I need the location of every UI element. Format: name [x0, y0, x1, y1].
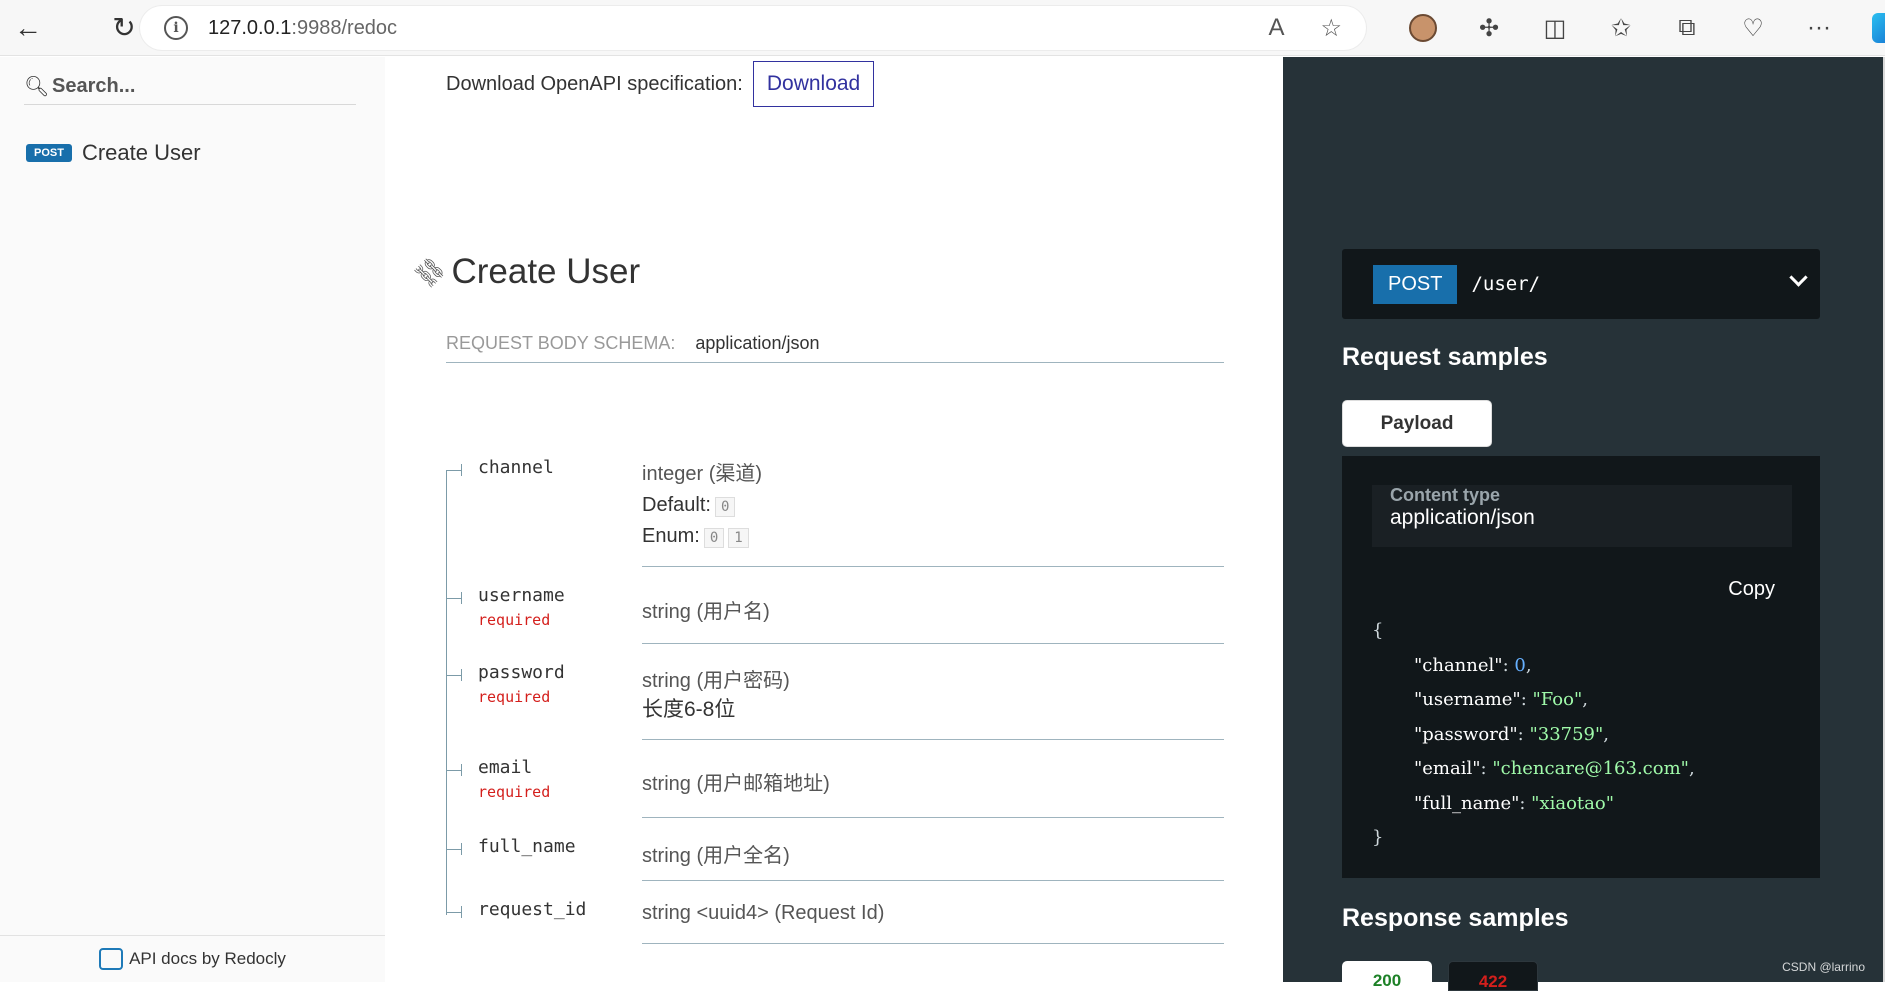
code-line: "email": "chencare@163.com", [1414, 758, 1695, 779]
code-line: "full_name": "xiaotao" [1414, 792, 1615, 814]
more-options-icon[interactable]: ··· [1786, 0, 1852, 56]
response-samples-title: Response samples [1342, 904, 1569, 932]
endpoint-path: /user/ [1471, 273, 1541, 295]
property-name: email [478, 757, 533, 778]
copy-button[interactable]: Copy [1728, 578, 1775, 601]
operation-title: Create User [451, 252, 641, 291]
address-bar[interactable]: i 127.0.0.1:9988/redoc A ☆ [140, 6, 1366, 50]
content-type-selector[interactable]: Content type application/json [1372, 485, 1792, 547]
profile-avatar-icon[interactable] [1390, 0, 1456, 56]
required-label: required [478, 688, 551, 706]
code-line: "password": "33759", [1414, 723, 1610, 745]
post-method-badge: POST [26, 144, 72, 162]
tab-response-200[interactable]: 200 [1342, 961, 1432, 991]
request-samples-title: Request samples [1342, 343, 1548, 371]
default-row: Default: 0 [642, 494, 1224, 517]
endpoint-method-badge: POST [1373, 264, 1458, 304]
browser-essentials-icon[interactable]: ♡ [1720, 0, 1786, 56]
sidebar-item-create-user[interactable]: POST Create User [26, 133, 201, 173]
property-type: string (用户全名) [642, 845, 790, 867]
response-tabs: 200 422 [1342, 961, 1538, 991]
content-type-value: application/json [1390, 506, 1535, 529]
download-label: Download OpenAPI specification: [446, 72, 743, 95]
favorite-star-icon[interactable]: ☆ [1320, 14, 1342, 43]
required-label: required [478, 611, 551, 629]
property-type: string (用户邮箱地址) [642, 773, 830, 795]
extensions-icon[interactable]: ✣ [1456, 0, 1522, 56]
property-type: integer (渠道) [642, 463, 763, 485]
default-value-chip: 0 [714, 497, 736, 517]
enum-value-chip: 1 [728, 528, 749, 548]
enum-value-chip: 0 [703, 528, 725, 548]
property-type: string (用户密码) [642, 670, 790, 692]
copilot-icon[interactable] [1852, 0, 1885, 56]
watermark-text: CSDN @larrino [1782, 960, 1865, 974]
schema-label: REQUEST BODY SCHEMA: [446, 333, 676, 353]
code-line: "username": "Foo", [1414, 689, 1588, 710]
link-icon[interactable]: ⛓ [409, 251, 451, 293]
collections-icon[interactable]: ⧉ [1654, 0, 1720, 56]
sidebar: 🔍︎ POST Create User API docs by Redocly [0, 57, 385, 982]
download-spec-row: Download OpenAPI specification: Download [446, 61, 875, 107]
sidebar-item-label: Create User [81, 140, 201, 165]
property-name: username [478, 585, 565, 606]
chevron-down-icon[interactable] [1790, 271, 1806, 287]
footer-text: API docs by Redocly [129, 949, 286, 968]
operation-heading: ⛓ Create User [410, 252, 641, 293]
property-name: channel [478, 457, 554, 478]
tab-payload[interactable]: Payload [1342, 400, 1492, 447]
search-icon: 🔍︎ [24, 76, 50, 98]
code-line: "channel": 0, [1414, 654, 1532, 676]
samples-panel: POST /user/ Request samples Payload Cont… [1283, 57, 1883, 991]
favorites-icon[interactable]: ✩ [1588, 0, 1654, 56]
back-icon[interactable]: ← [0, 0, 56, 56]
redocly-logo-icon [99, 948, 124, 970]
site-info-icon[interactable]: i [164, 16, 188, 40]
json-sample-code: { "channel": 0, "username": "Foo", "pass… [1372, 620, 1695, 848]
request-sample-box: Content type application/json Copy { "ch… [1342, 456, 1820, 878]
property-type: string <uuid4> (Request Id) [642, 902, 885, 924]
property-type: string (用户名) [642, 601, 770, 623]
browser-toolbar: ← ↻ i 127.0.0.1:9988/redoc A ☆ ✣ ◫ ✩ ⧉ ♡… [0, 0, 1885, 56]
read-aloud-icon[interactable]: A [1268, 14, 1284, 42]
search-box: 🔍︎ [24, 69, 356, 105]
request-body-schema-header: REQUEST BODY SCHEMA: application/json [446, 333, 1224, 363]
url-text: 127.0.0.1:9988/redoc [208, 16, 398, 39]
required-label: required [478, 783, 551, 801]
endpoint-toggle[interactable]: POST /user/ [1342, 249, 1820, 319]
property-name: full_name [478, 836, 576, 857]
property-name: password [478, 662, 565, 683]
api-content: Download OpenAPI specification: Download… [385, 57, 1283, 982]
download-button[interactable]: Download [752, 61, 875, 107]
search-input[interactable] [52, 75, 342, 98]
redocly-footer-link[interactable]: API docs by Redocly [0, 935, 385, 982]
property-name: request_id [478, 899, 587, 920]
enum-row: Enum: 0 1 [642, 525, 1224, 548]
tab-response-422[interactable]: 422 [1448, 961, 1538, 991]
schema-type: application/json [695, 333, 820, 353]
property-description: 长度6-8位 [642, 698, 736, 721]
content-type-label: Content type [1390, 485, 1500, 505]
split-screen-icon[interactable]: ◫ [1522, 0, 1588, 56]
